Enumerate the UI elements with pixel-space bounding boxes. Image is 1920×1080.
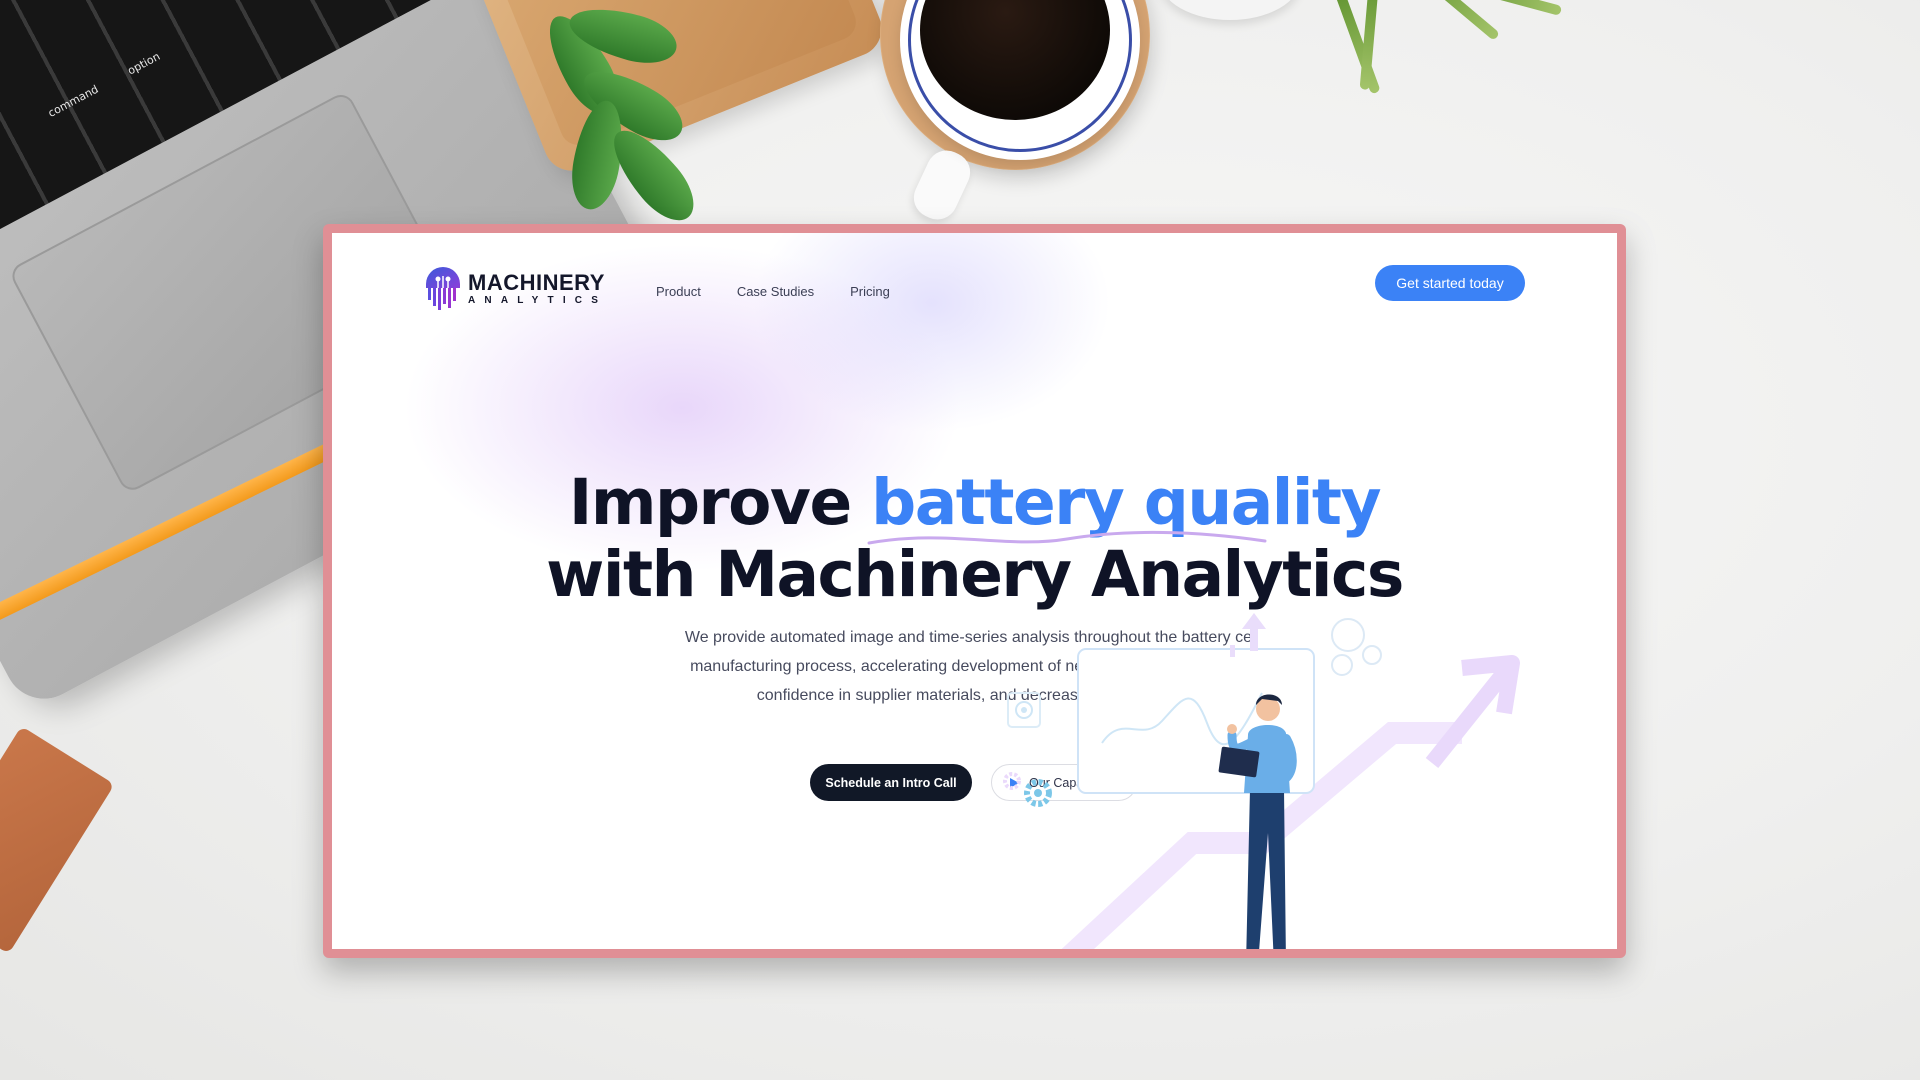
analytics-illustration [1003, 613, 1520, 949]
nav-link-pricing[interactable]: Pricing [850, 284, 890, 299]
website-screenshot-frame: MACHINERY ANALYTICS Product Case Studies… [323, 224, 1626, 958]
key-label: command [45, 82, 101, 120]
nav-link-product[interactable]: Product [656, 284, 701, 299]
headline-part1: Improve [568, 466, 872, 539]
gear-icon [1003, 772, 1021, 790]
logo-wordmark: MACHINERY [468, 270, 605, 295]
brand-logo[interactable]: MACHINERY ANALYTICS [424, 266, 607, 312]
gear-icon [1024, 779, 1052, 807]
logo-icon [426, 267, 460, 310]
get-started-button[interactable]: Get started today [1375, 265, 1525, 301]
logo-subtitle: ANALYTICS [468, 295, 608, 306]
hero-headline: Improve battery quality with Machinery A… [332, 467, 1617, 611]
nav-link-case-studies[interactable]: Case Studies [737, 284, 814, 299]
schedule-intro-call-button[interactable]: Schedule an Intro Call [810, 764, 972, 801]
headline-accent: battery quality [867, 466, 1382, 545]
squiggle-underline-icon [867, 530, 1267, 545]
main-nav: Product Case Studies Pricing [656, 284, 926, 299]
key-label: option [125, 49, 163, 78]
website-page: MACHINERY ANALYTICS Product Case Studies… [332, 233, 1617, 949]
